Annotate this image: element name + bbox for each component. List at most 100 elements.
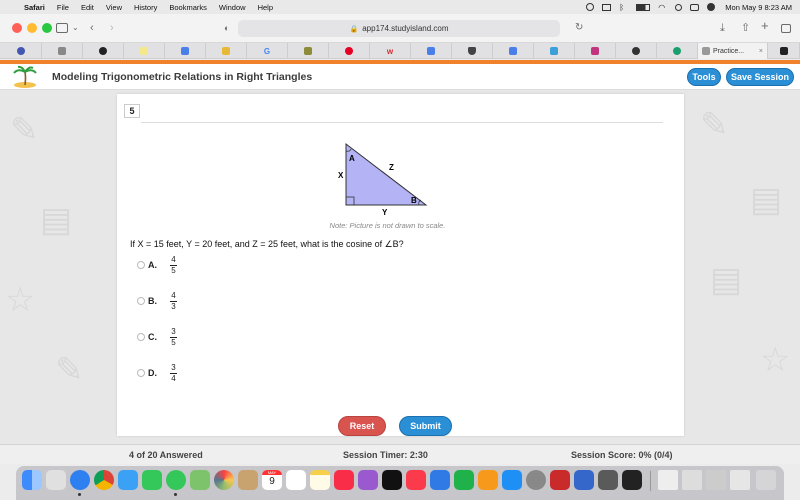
tab-t[interactable] — [42, 43, 83, 59]
save-session-button[interactable]: Save Session — [726, 68, 794, 86]
submit-button[interactable]: Submit — [399, 416, 452, 436]
pages-icon[interactable] — [478, 470, 498, 490]
photos-icon[interactable] — [214, 470, 234, 490]
tab-shield[interactable] — [452, 43, 493, 59]
download-icon[interactable]: ⤓ — [720, 22, 725, 34]
app-header: Modeling Trigonometric Relations in Righ… — [0, 64, 800, 90]
back-icon[interactable]: ‹ — [90, 22, 94, 34]
tab-docs-2[interactable] — [411, 43, 452, 59]
finder-icon[interactable] — [22, 470, 42, 490]
choice-d[interactable]: D. 3 4 — [137, 362, 177, 384]
notes-icon[interactable] — [310, 470, 330, 490]
tab-pink[interactable] — [575, 43, 616, 59]
menu-window[interactable]: Window — [219, 3, 246, 12]
keynote-icon[interactable] — [430, 470, 450, 490]
search-icon[interactable] — [675, 3, 683, 11]
photo-booth-icon[interactable] — [550, 470, 570, 490]
recent-document-icon[interactable] — [730, 470, 750, 490]
tools-button[interactable]: Tools — [687, 68, 721, 86]
recent-document-icon[interactable] — [706, 470, 726, 490]
close-tab-icon[interactable]: × — [759, 48, 763, 55]
docs-icon — [509, 47, 517, 55]
system-preferences-icon[interactable] — [526, 470, 546, 490]
tab-docs[interactable] — [165, 43, 206, 59]
activity-monitor-icon[interactable] — [622, 470, 642, 490]
mail-icon[interactable] — [118, 470, 138, 490]
recent-document-icon[interactable] — [682, 470, 702, 490]
zoom-window-button[interactable] — [42, 23, 52, 33]
reminders-icon[interactable] — [286, 470, 306, 490]
privacy-shield-icon[interactable]: ◐ — [224, 22, 229, 34]
share-icon[interactable]: ⇧ — [741, 22, 750, 34]
news-icon[interactable] — [406, 470, 426, 490]
app-store-icon[interactable] — [502, 470, 522, 490]
menu-edit[interactable]: Edit — [81, 3, 94, 12]
menubar-datetime[interactable]: Mon May 9 8:23 AM — [725, 3, 792, 12]
menu-bookmarks[interactable]: Bookmarks — [169, 3, 207, 12]
chrome-icon[interactable] — [94, 470, 114, 490]
tab-google[interactable]: G — [247, 43, 288, 59]
tab-quizlet[interactable] — [0, 43, 42, 59]
apple-tv-icon[interactable] — [382, 470, 402, 490]
messages-icon[interactable] — [166, 470, 186, 490]
tab-star[interactable] — [124, 43, 165, 59]
choice-c-radio[interactable] — [137, 333, 145, 341]
user-icon[interactable] — [707, 3, 716, 11]
screen-icon[interactable] — [602, 3, 612, 11]
tab-w[interactable]: w — [370, 43, 411, 59]
address-bar[interactable]: 🔒 app174.studyisland.com — [238, 20, 560, 37]
triangle-figure: A B X Y Z — [338, 142, 428, 217]
trash-icon[interactable] — [756, 470, 776, 490]
facetime-icon[interactable] — [142, 470, 162, 490]
close-window-button[interactable] — [12, 23, 22, 33]
reset-button[interactable]: Reset — [338, 416, 386, 436]
app-icon[interactable] — [598, 470, 618, 490]
wifi-icon[interactable]: ◠ — [658, 3, 667, 11]
minimize-window-button[interactable] — [27, 23, 37, 33]
sidebar-icon[interactable] — [56, 23, 68, 33]
new-tab-icon[interactable]: + — [761, 19, 769, 32]
choice-b-radio[interactable] — [137, 297, 145, 305]
chevron-down-icon[interactable]: ⌄ — [72, 22, 79, 34]
menu-file[interactable]: File — [57, 3, 69, 12]
menu-history[interactable]: History — [134, 3, 157, 12]
maps-icon[interactable] — [190, 470, 210, 490]
battery-icon[interactable] — [636, 3, 651, 11]
tab-globe[interactable] — [616, 43, 657, 59]
tab-olive[interactable] — [288, 43, 329, 59]
tab-bomb[interactable] — [83, 43, 124, 59]
launchpad-icon[interactable] — [46, 470, 66, 490]
tab-pinterest[interactable] — [329, 43, 370, 59]
menu-view[interactable]: View — [106, 3, 122, 12]
numbers-icon[interactable] — [454, 470, 474, 490]
tab-green[interactable] — [657, 43, 698, 59]
tab-yellow[interactable] — [206, 43, 247, 59]
control-center-icon[interactable] — [690, 3, 700, 11]
choice-c[interactable]: C. 3 5 — [137, 326, 177, 348]
safari-icon[interactable] — [70, 470, 90, 490]
background-pattern-icon: ✎ — [55, 351, 84, 389]
menu-help[interactable]: Help — [258, 3, 273, 12]
contacts-icon[interactable] — [238, 470, 258, 490]
choice-a-radio[interactable] — [137, 261, 145, 269]
tab-practice-active[interactable]: Practice... × — [698, 43, 768, 59]
tab-laptop[interactable] — [534, 43, 575, 59]
recent-document-icon[interactable] — [658, 470, 678, 490]
calendar-icon[interactable]: MAY 9 — [262, 470, 282, 490]
forward-icon[interactable]: › — [110, 22, 114, 34]
tab-last[interactable] — [768, 43, 800, 59]
choice-a[interactable]: A. 4 5 — [137, 254, 177, 276]
menu-app-name[interactable]: Safari — [24, 3, 45, 12]
podcasts-icon[interactable] — [358, 470, 378, 490]
olive-app-icon — [304, 47, 312, 55]
bluetooth-icon[interactable]: ᛒ — [619, 3, 628, 11]
tab-docs-3[interactable] — [493, 43, 534, 59]
reload-icon[interactable]: ↻ — [575, 22, 583, 34]
session-score: Session Score: 0% (0/4) — [571, 450, 673, 460]
choice-b[interactable]: B. 4 3 — [137, 290, 177, 312]
choice-d-radio[interactable] — [137, 369, 145, 377]
app-icon[interactable] — [574, 470, 594, 490]
creative-cloud-icon[interactable] — [586, 3, 595, 11]
tab-overview-icon[interactable] — [781, 24, 791, 33]
music-icon[interactable] — [334, 470, 354, 490]
